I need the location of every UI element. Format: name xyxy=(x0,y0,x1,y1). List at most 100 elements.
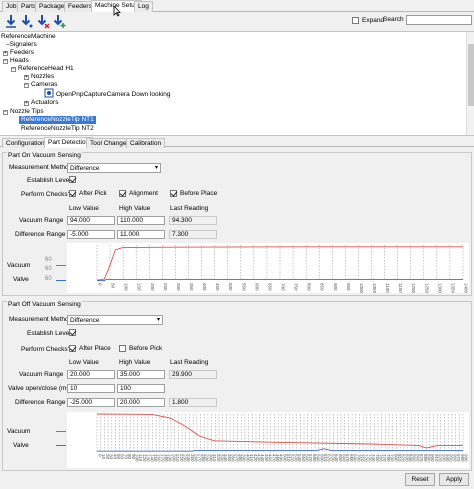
high-value-header: High Value xyxy=(119,205,151,212)
x-tick-label: 1050 xyxy=(372,283,377,293)
diff-high-input[interactable]: 20.000 xyxy=(117,398,165,407)
search-input[interactable] xyxy=(406,15,472,25)
x-tick-label: 0 xyxy=(98,283,103,286)
expand-toggle-icon[interactable]: + xyxy=(24,101,29,106)
chevron-down-icon: ▾ xyxy=(154,165,158,171)
tab-log[interactable]: Log xyxy=(134,1,153,12)
x-tick-label: 1200 xyxy=(411,283,416,293)
graph-valve-label: Valve xyxy=(13,442,29,449)
checkbox-box[interactable] xyxy=(69,345,76,352)
x-tick-label: 500 xyxy=(228,283,233,291)
measurement-method-select[interactable]: Difference ▾ xyxy=(67,163,161,173)
x-tick-label: 200 xyxy=(150,283,155,291)
after-pick-checkbox[interactable]: After Pick xyxy=(69,190,107,197)
valve-legend-line xyxy=(56,280,66,281)
measurement-method-select[interactable]: Difference ▾ xyxy=(67,315,163,325)
expand-toggle-icon[interactable]: + xyxy=(24,75,29,80)
tree-item-feeders[interactable]: + Feeders xyxy=(3,49,34,57)
x-tick-label: 1350 xyxy=(450,283,455,293)
before-pick-checkbox[interactable]: Before Pick xyxy=(119,345,162,352)
vacuum-high-input[interactable]: 35.000 xyxy=(117,370,165,379)
checkbox-box[interactable] xyxy=(69,176,76,183)
x-tick-label: 1250 xyxy=(424,283,429,293)
expand-label: Expand xyxy=(362,16,385,24)
chevron-down-icon: ▾ xyxy=(156,317,160,323)
main-tab-bar: Job Parts Packages Feeders Machine Setup… xyxy=(0,0,474,12)
checkbox-box[interactable] xyxy=(119,190,126,197)
collapse-toggle-icon[interactable]: − xyxy=(11,67,16,72)
x-tick-label: 950 xyxy=(346,283,351,291)
tab-configuration[interactable]: Configuration xyxy=(2,138,49,148)
vacuum-low-input[interactable]: 20.000 xyxy=(67,370,115,379)
add-new-icon[interactable] xyxy=(52,14,66,29)
tree-item-camera-down[interactable]: OpenPnpCaptureCamera Down looking xyxy=(44,88,171,98)
diff-high-input[interactable]: 11.000 xyxy=(117,230,165,239)
x-tick-label: 750 xyxy=(294,283,299,291)
tree-item-heads[interactable]: − Heads xyxy=(3,57,29,65)
tree-item-nozzles[interactable]: + Nozzles xyxy=(24,73,54,81)
diff-low-input[interactable]: -5.000 xyxy=(67,230,115,239)
checkbox-box[interactable] xyxy=(119,345,126,352)
part-off-vacuum-graph: 0 10 20 30 40 50 60 70 80 90 100 110 120 130 140 150 160… xyxy=(67,412,469,468)
part-on-panel: Part On Vacuum Sensing Measurement Metho… xyxy=(2,152,472,296)
difference-range-label: Difference Range xyxy=(15,231,66,238)
checkbox-box[interactable] xyxy=(170,190,177,197)
x-tick-label: 800 xyxy=(307,283,312,291)
vacuum-last-reading: 29.900 xyxy=(169,370,217,379)
vacuum-legend-line xyxy=(56,265,66,266)
graph-y-tick: 60 xyxy=(45,257,52,263)
diff-low-input[interactable]: -25.000 xyxy=(67,398,115,407)
move-down-icon[interactable] xyxy=(20,14,34,29)
diff-last-reading: 7.300 xyxy=(169,230,217,239)
tree-scrollbar[interactable] xyxy=(466,32,474,135)
valve-legend-line xyxy=(56,445,66,446)
expand-toggle-icon[interactable]: + xyxy=(3,51,8,56)
x-tick-label: 450 xyxy=(215,283,220,291)
collapse-toggle-icon[interactable]: − xyxy=(3,110,8,115)
tree-item-head-h1[interactable]: − ReferenceHead H1 xyxy=(11,65,74,73)
before-place-checkbox[interactable]: Before Place xyxy=(170,190,217,197)
tree-item-actuators[interactable]: + Actuators xyxy=(24,99,58,107)
x-tick-label: 100 xyxy=(124,283,129,291)
x-tick-label: 650 xyxy=(267,283,272,291)
establish-level-checkbox[interactable] xyxy=(69,176,79,183)
add-item-icon[interactable] xyxy=(4,14,18,29)
graph-valve-label: Valve xyxy=(13,276,29,283)
machine-tree[interactable]: ReferenceMachine –Signalers + Feeders − He… xyxy=(0,31,474,136)
x-tick-label: 1300 xyxy=(437,283,442,293)
valve-open-input[interactable]: 10 xyxy=(67,384,115,393)
vacuum-low-input[interactable]: 94.000 xyxy=(67,216,115,225)
x-tick-label: 400 xyxy=(202,283,207,291)
part-off-graph-svg: 0102030405060708090100110120130140150160… xyxy=(96,413,469,462)
tree-item-machine[interactable]: ReferenceMachine xyxy=(1,33,56,41)
expand-checkbox[interactable]: Expand xyxy=(352,15,384,25)
checkbox-box[interactable] xyxy=(69,190,76,197)
vacuum-high-input[interactable]: 110.000 xyxy=(117,216,165,225)
checkbox-box[interactable] xyxy=(69,329,76,336)
valve-close-input[interactable]: 100 xyxy=(117,384,165,393)
low-value-header: Low Value xyxy=(69,359,99,366)
tree-item-nozzle-tips[interactable]: − Nozzle Tips xyxy=(3,108,44,116)
alignment-checkbox[interactable]: Alignment xyxy=(119,190,158,197)
reset-button[interactable]: Reset xyxy=(405,473,435,486)
part-off-panel: Part Off Vacuum Sensing Measurement Meth… xyxy=(2,301,472,471)
collapse-toggle-icon[interactable]: − xyxy=(24,83,29,88)
tab-calibration[interactable]: Calibration xyxy=(126,138,166,148)
x-tick-label: 1100 xyxy=(385,283,390,293)
tree-item-nozzletip-nt2[interactable]: ReferenceNozzleTip NT2 xyxy=(21,125,94,133)
perform-checks-label: Perform Checks? xyxy=(21,346,72,353)
establish-level-checkbox[interactable] xyxy=(69,329,79,336)
valve-series-line xyxy=(97,448,463,452)
apply-button[interactable]: Apply xyxy=(439,473,469,486)
expand-check-box[interactable] xyxy=(352,16,359,24)
valve-open-close-label: Valve open/close (ms) xyxy=(8,385,72,392)
scrollbar-thumb[interactable] xyxy=(468,44,474,106)
graph-vacuum-label: Vacuum xyxy=(7,262,31,269)
camera-icon xyxy=(44,88,54,98)
x-tick-label: 900 xyxy=(333,283,338,291)
tree-item-nozzletip-nt1[interactable]: ReferenceNozzleTip NT1 xyxy=(19,116,96,124)
after-place-checkbox[interactable]: After Place xyxy=(69,345,111,352)
collapse-toggle-icon[interactable]: − xyxy=(3,59,8,64)
remove-item-icon[interactable] xyxy=(36,14,50,29)
tree-item-signalers[interactable]: –Signalers xyxy=(6,41,37,49)
